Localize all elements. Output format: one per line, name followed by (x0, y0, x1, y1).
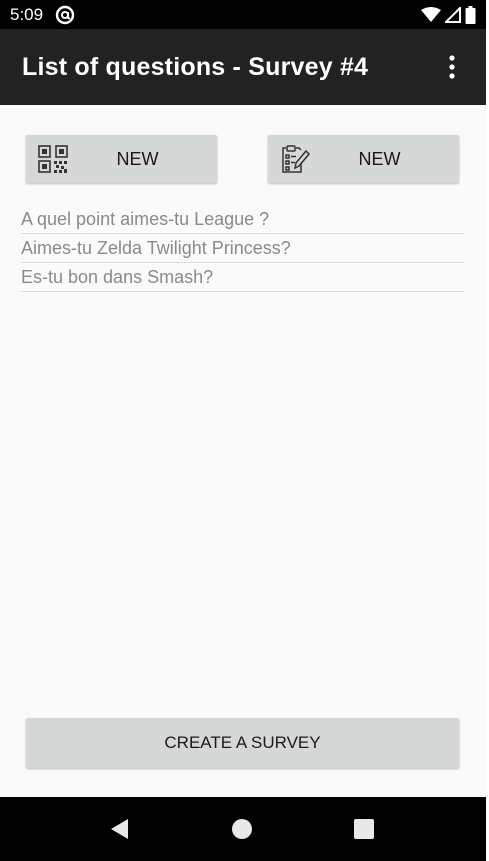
status-icons (421, 5, 476, 24)
app-screen: 5:09 List of questions - Survey #4 NEW N… (0, 0, 486, 861)
list-item[interactable]: Aimes-tu Zelda Twilight Princess? (21, 234, 464, 263)
battery-icon (465, 5, 476, 24)
questions-list: A quel point aimes-tu League ? Aimes-tu … (21, 205, 464, 292)
back-icon[interactable] (108, 817, 132, 841)
signal-icon (445, 6, 461, 23)
overflow-menu-button[interactable] (440, 47, 464, 87)
clipboard-edit-icon (282, 145, 311, 173)
home-icon[interactable] (230, 817, 254, 841)
more-vert-icon (449, 55, 455, 79)
new-form-label: NEW (358, 148, 401, 169)
new-qr-label: NEW (116, 148, 159, 169)
status-bar: 5:09 (0, 0, 486, 29)
new-qr-question-button[interactable]: NEW (26, 135, 217, 183)
nav-bar (0, 797, 486, 861)
list-item[interactable]: Es-tu bon dans Smash? (21, 263, 464, 292)
list-item[interactable]: A quel point aimes-tu League ? (21, 205, 464, 234)
create-survey-button[interactable]: CREATE A SURVEY (26, 718, 459, 768)
wifi-icon (421, 6, 441, 22)
at-sign-icon (55, 5, 75, 24)
app-toolbar: List of questions - Survey #4 (0, 29, 486, 105)
recents-icon[interactable] (352, 817, 376, 841)
qr-code-icon (38, 145, 68, 173)
status-time: 5:09 (10, 4, 44, 24)
page-title: List of questions - Survey #4 (22, 52, 369, 81)
new-form-question-button[interactable]: NEW (268, 135, 459, 183)
create-survey-label: CREATE A SURVEY (164, 733, 321, 752)
